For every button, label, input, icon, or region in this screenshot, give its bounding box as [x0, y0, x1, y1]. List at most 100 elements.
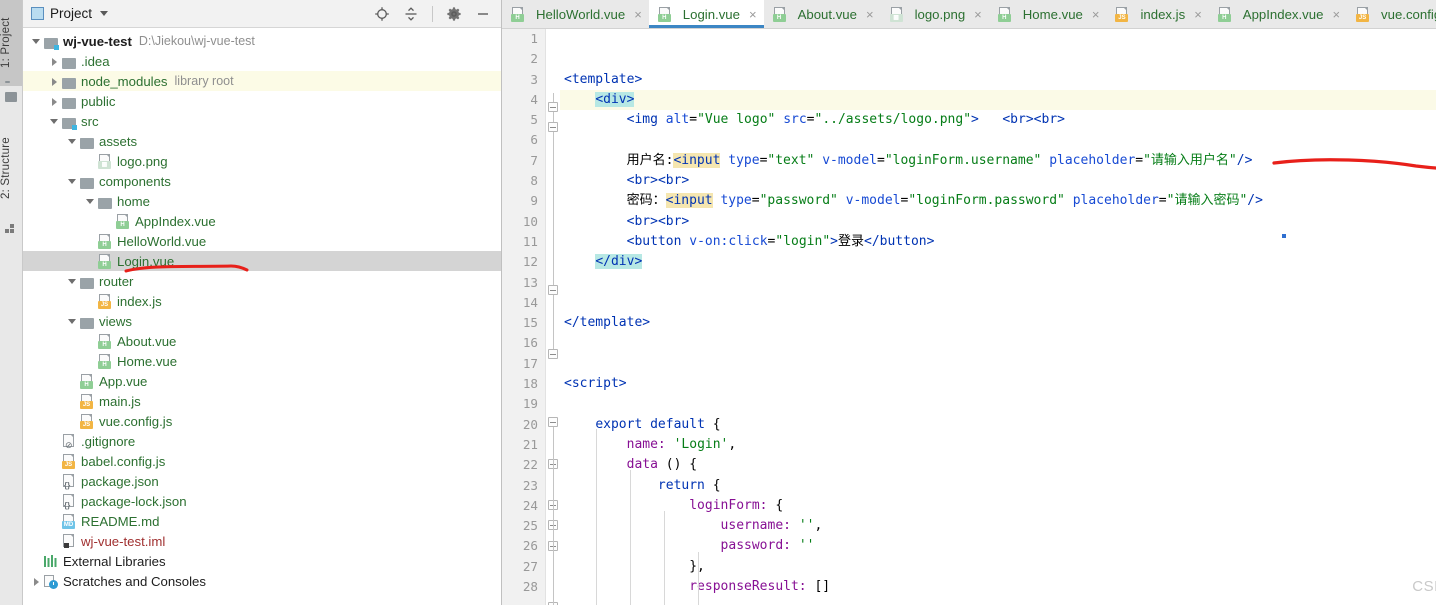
code-line[interactable]: <button v-on:click="login">登录</button>: [560, 232, 1436, 252]
editor-tab-appindex-vue[interactable]: H AppIndex.vue ×: [1209, 0, 1347, 28]
close-tab-icon[interactable]: ×: [749, 7, 757, 22]
code-line[interactable]: [560, 394, 1436, 414]
tree-item-wj-vue-test-iml[interactable]: wj-vue-test.iml: [23, 531, 501, 551]
tree-item-babel-config-js[interactable]: JS babel.config.js: [23, 451, 501, 471]
tree-expand-arrow-icon[interactable]: [67, 276, 78, 287]
close-tab-icon[interactable]: ×: [1194, 7, 1202, 22]
code-line[interactable]: },: [560, 557, 1436, 577]
code-line[interactable]: [560, 49, 1436, 69]
tree-expand-arrow-icon[interactable]: [31, 576, 42, 587]
tree-expand-arrow-icon[interactable]: [49, 76, 60, 87]
code-line[interactable]: </div>: [560, 252, 1436, 272]
tree-item-node-modules[interactable]: node_modules library root: [23, 71, 501, 91]
tree-expand-arrow-icon[interactable]: [67, 136, 78, 147]
tree-item-views[interactable]: views: [23, 311, 501, 331]
tree-item-package-lock-json[interactable]: package-lock.json: [23, 491, 501, 511]
tree-item-helloworld-vue[interactable]: H HelloWorld.vue: [23, 231, 501, 251]
tree-item-external-libraries[interactable]: External Libraries: [23, 551, 501, 571]
editor-tab-index-js[interactable]: JS index.js ×: [1106, 0, 1208, 28]
tree-item-app-vue[interactable]: H App.vue: [23, 371, 501, 391]
tree-item-readme-md[interactable]: MD README.md: [23, 511, 501, 531]
code-line[interactable]: name: 'Login',: [560, 435, 1436, 455]
code-editor[interactable]: 1 2 3 4 5 6 7 8 9 10 11 12 13 14 15 16 17 18 19 20 21 22 23 24 2…: [502, 29, 1436, 605]
code-line[interactable]: [560, 273, 1436, 293]
code-line[interactable]: 密码：<input type="password" v-model="login…: [560, 191, 1436, 211]
tool-window-button-project[interactable]: 1: Project: [0, 0, 22, 86]
editor-tab-login-vue[interactable]: H Login.vue ×: [648, 0, 764, 28]
editor-tab-bar[interactable]: H HelloWorld.vue × H Login.vue × H About.vue × ▩ l…: [502, 0, 1436, 29]
hide-panel-icon[interactable]: [475, 6, 491, 22]
fold-marker-div[interactable]: [548, 122, 558, 132]
tree-item-main-js[interactable]: JS main.js: [23, 391, 501, 411]
tree-expand-arrow-icon[interactable]: [49, 96, 60, 107]
tree-expand-arrow-icon[interactable]: [31, 36, 42, 47]
code-line[interactable]: [560, 29, 1436, 49]
tree-item-appindex-vue[interactable]: H AppIndex.vue: [23, 211, 501, 231]
code-folding-gutter[interactable]: [546, 29, 560, 605]
fold-marker-div-close[interactable]: [548, 285, 558, 295]
settings-gear-icon[interactable]: [446, 6, 462, 22]
tree-item-src[interactable]: src: [23, 111, 501, 131]
line-number: 16: [522, 335, 538, 351]
code-line[interactable]: <img alt="Vue logo" src="../assets/logo.…: [560, 110, 1436, 130]
code-line[interactable]: [560, 354, 1436, 374]
code-line[interactable]: </template>: [560, 313, 1436, 333]
code-line[interactable]: username: '',: [560, 516, 1436, 536]
tree-item-about-vue[interactable]: H About.vue: [23, 331, 501, 351]
tree-expand-arrow-icon[interactable]: [67, 176, 78, 187]
code-line[interactable]: [560, 333, 1436, 353]
project-tree[interactable]: wj-vue-test D:\Jiekou\wj-vue-test .idea nod…: [23, 28, 501, 605]
tree-expand-arrow-icon[interactable]: [49, 56, 60, 67]
tree-item-login-vue[interactable]: H Login.vue: [23, 251, 501, 271]
fold-marker-script[interactable]: [548, 417, 558, 427]
editor-tab-about-vue[interactable]: H About.vue ×: [764, 0, 881, 28]
tree-expand-arrow-icon[interactable]: [85, 196, 96, 207]
code-line[interactable]: <div>: [560, 89, 1436, 111]
tree-item-package-json[interactable]: package.json: [23, 471, 501, 491]
tree-item-home-vue[interactable]: H Home.vue: [23, 351, 501, 371]
code-line[interactable]: <br><br>: [560, 212, 1436, 232]
fold-marker-template-close[interactable]: [548, 349, 558, 359]
code-line[interactable]: export default {: [560, 415, 1436, 435]
close-tab-icon[interactable]: ×: [974, 7, 982, 22]
code-line[interactable]: loginForm: {: [560, 496, 1436, 516]
project-title-dropdown[interactable]: Project: [31, 6, 109, 21]
code-text[interactable]: <template> <div> <img alt="Vue logo" src…: [560, 29, 1436, 605]
code-line[interactable]: [560, 293, 1436, 313]
tree-item-assets[interactable]: assets: [23, 131, 501, 151]
editor-tab-helloworld-vue[interactable]: H HelloWorld.vue ×: [502, 0, 649, 28]
tree-item-components[interactable]: components: [23, 171, 501, 191]
tree-item-vue-config-js[interactable]: JS vue.config.js: [23, 411, 501, 431]
tree-expand-arrow-icon[interactable]: [67, 316, 78, 327]
close-tab-icon[interactable]: ×: [1332, 7, 1340, 22]
tool-window-button-structure[interactable]: 2: Structure: [0, 118, 22, 218]
code-line[interactable]: data () {: [560, 455, 1436, 475]
editor-tab-logo-png[interactable]: ▩ logo.png ×: [881, 0, 989, 28]
tree-item-public[interactable]: public: [23, 91, 501, 111]
tree-item-wj-vue-test[interactable]: wj-vue-test D:\Jiekou\wj-vue-test: [23, 31, 501, 51]
editor-tab-home-vue[interactable]: H Home.vue ×: [989, 0, 1107, 28]
editor-tab-vue-config-js[interactable]: JSvue.config.js×: [1347, 0, 1436, 28]
tree-item-router[interactable]: router: [23, 271, 501, 291]
tree-item-index-js[interactable]: JS index.js: [23, 291, 501, 311]
code-line[interactable]: responseResult: []: [560, 577, 1436, 597]
code-line[interactable]: return {: [560, 476, 1436, 496]
tree-item-idea[interactable]: .idea: [23, 51, 501, 71]
tree-expand-arrow-icon[interactable]: [49, 116, 60, 127]
collapse-all-icon[interactable]: [403, 6, 419, 22]
code-line[interactable]: [560, 130, 1436, 150]
code-line[interactable]: <script>: [560, 374, 1436, 394]
code-line[interactable]: password: '': [560, 536, 1436, 556]
close-tab-icon[interactable]: ×: [634, 7, 642, 22]
tree-item-gitignore[interactable]: .gitignore: [23, 431, 501, 451]
fold-marker-template[interactable]: [548, 102, 558, 112]
tree-item-scratches-and-consoles[interactable]: Scratches and Consoles: [23, 571, 501, 591]
tree-item-home[interactable]: home: [23, 191, 501, 211]
code-line[interactable]: <template>: [560, 70, 1436, 90]
code-line[interactable]: <br><br>: [560, 171, 1436, 191]
close-tab-icon[interactable]: ×: [1092, 7, 1100, 22]
close-tab-icon[interactable]: ×: [866, 7, 874, 22]
code-line[interactable]: 用户名:<input type="text" v-model="loginFor…: [560, 151, 1436, 171]
tree-item-logo-png[interactable]: ▩ logo.png: [23, 151, 501, 171]
locate-target-icon[interactable]: [374, 6, 390, 22]
